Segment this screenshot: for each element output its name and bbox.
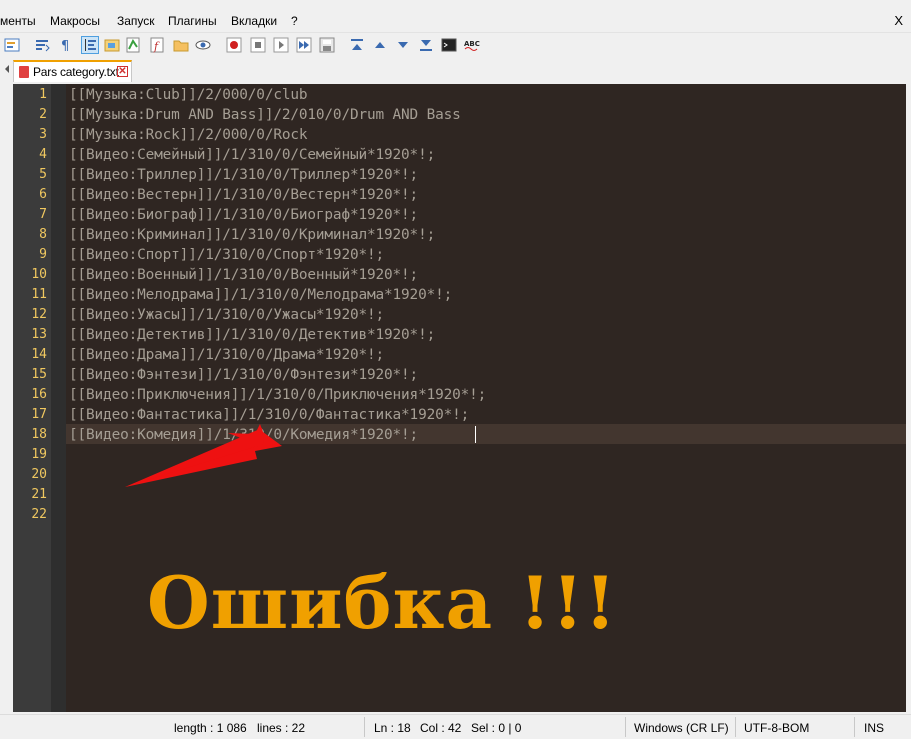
record-macro-icon[interactable] bbox=[226, 37, 242, 53]
menu-macros[interactable]: Макросы bbox=[50, 14, 100, 28]
status-divider bbox=[854, 717, 855, 737]
status-length: length : 1 086 bbox=[174, 721, 247, 735]
save-macro-icon[interactable] bbox=[319, 37, 335, 53]
function-list-icon[interactable]: f bbox=[149, 37, 165, 53]
status-lines: lines : 22 bbox=[257, 721, 306, 735]
line-number: 16 bbox=[31, 387, 47, 402]
svg-text:¶: ¶ bbox=[61, 39, 69, 53]
status-ln: Ln : 18 bbox=[374, 721, 411, 735]
code-line[interactable]: [[Видео:Ужасы]]/1/310/0/Ужасы*1920*!; bbox=[69, 305, 384, 325]
folder-workspace-icon[interactable] bbox=[173, 37, 189, 53]
line-number: 5 bbox=[39, 167, 47, 182]
tab-pars-category[interactable]: Pars category.txt ✕ bbox=[13, 60, 132, 82]
console-icon[interactable] bbox=[441, 37, 457, 53]
status-bar: length : 1 086 lines : 22 Ln : 18 Col : … bbox=[0, 714, 911, 739]
code-line[interactable]: [[Видео:Военный]]/1/310/0/Военный*1920*!… bbox=[69, 265, 418, 285]
code-line[interactable]: [[Видео:Семейный]]/1/310/0/Семейный*1920… bbox=[69, 145, 435, 165]
menu-bar: менты Макросы Запуск Плагины Вкладки ? X bbox=[0, 10, 911, 32]
line-number: 9 bbox=[39, 247, 47, 262]
line-number: 21 bbox=[31, 487, 47, 502]
pilcrow-icon[interactable]: ¶ bbox=[58, 37, 74, 54]
code-line[interactable]: [[Музыка:Rock]]/2/000/0/Rock bbox=[69, 125, 308, 145]
status-divider bbox=[364, 717, 365, 737]
status-eol[interactable]: Windows (CR LF) bbox=[634, 721, 729, 735]
editor-right-edge bbox=[906, 84, 911, 712]
code-line[interactable]: [[Видео:Триллер]]/1/310/0/Триллер*1920*!… bbox=[69, 165, 418, 185]
line-number: 1 bbox=[39, 87, 47, 102]
expand-icon[interactable] bbox=[418, 37, 434, 53]
text-cursor bbox=[475, 426, 476, 443]
code-line[interactable]: [[Видео:Комедия]]/1/310/0/Комедия*1920*!… bbox=[69, 425, 418, 445]
svg-text:ABC: ABC bbox=[464, 40, 480, 48]
status-mode[interactable]: INS bbox=[864, 721, 884, 735]
move-down-icon[interactable] bbox=[395, 37, 411, 53]
line-number: 19 bbox=[31, 447, 47, 462]
collapse-icon[interactable] bbox=[349, 37, 365, 53]
status-divider bbox=[735, 717, 736, 737]
tab-scroll-left-icon[interactable] bbox=[3, 64, 11, 74]
line-number: 10 bbox=[31, 267, 47, 282]
line-number: 8 bbox=[39, 227, 47, 242]
line-number: 2 bbox=[39, 107, 47, 122]
line-number: 12 bbox=[31, 307, 47, 322]
line-number: 14 bbox=[31, 347, 47, 362]
line-number: 6 bbox=[39, 187, 47, 202]
code-line[interactable]: [[Видео:Криминал]]/1/310/0/Криминал*1920… bbox=[69, 225, 435, 245]
code-line[interactable]: [[Видео:Приключения]]/1/310/0/Приключени… bbox=[69, 385, 486, 405]
folder-view-icon[interactable] bbox=[104, 37, 120, 53]
code-line[interactable]: [[Видео:Спорт]]/1/310/0/Спорт*1920*!; bbox=[69, 245, 384, 265]
code-line[interactable]: [[Видео:Фантастика]]/1/310/0/Фантастика*… bbox=[69, 405, 469, 425]
line-number: 3 bbox=[39, 127, 47, 142]
code-line[interactable]: [[Видео:Драма]]/1/310/0/Драма*1920*!; bbox=[69, 345, 384, 365]
code-line[interactable]: [[Видео:Детектив]]/1/310/0/Детектив*1920… bbox=[69, 325, 435, 345]
code-line[interactable]: [[Музыка:Club]]/2/000/0/club bbox=[69, 85, 308, 105]
wrap-icon[interactable] bbox=[34, 37, 50, 53]
tab-label: Pars category.txt bbox=[33, 65, 119, 79]
move-up-icon[interactable] bbox=[372, 37, 388, 53]
line-number: 18 bbox=[31, 427, 47, 442]
menu-run[interactable]: Запуск bbox=[117, 14, 155, 28]
line-number: 22 bbox=[31, 507, 47, 522]
indent-guide-icon[interactable] bbox=[81, 36, 99, 54]
tab-bar bbox=[0, 56, 911, 82]
fold-margin[interactable] bbox=[51, 84, 66, 712]
code-line[interactable]: [[Видео:Биограф]]/1/310/0/Биограф*1920*!… bbox=[69, 205, 418, 225]
status-encoding[interactable]: UTF-8-BOM bbox=[744, 721, 809, 735]
line-number: 4 bbox=[39, 147, 47, 162]
file-saved-icon bbox=[19, 66, 29, 78]
error-annotation-text: Ошибка !!! bbox=[147, 560, 618, 645]
play-macro-icon[interactable] bbox=[273, 37, 289, 53]
menu-plugins[interactable]: Плагины bbox=[168, 14, 217, 28]
status-col: Col : 42 bbox=[420, 721, 462, 735]
code-line[interactable]: [[Видео:Вестерн]]/1/310/0/Вестерн*1920*!… bbox=[69, 185, 418, 205]
close-button[interactable]: X bbox=[894, 13, 903, 28]
run-multiple-icon[interactable] bbox=[296, 37, 312, 53]
stop-record-icon[interactable] bbox=[250, 37, 266, 53]
menu-tools[interactable]: менты bbox=[0, 14, 36, 28]
line-number: 7 bbox=[39, 207, 47, 222]
code-line[interactable]: [[Видео:Фэнтези]]/1/310/0/Фэнтези*1920*!… bbox=[69, 365, 418, 385]
replace-icon[interactable] bbox=[4, 37, 20, 53]
monitor-eye-icon[interactable] bbox=[195, 37, 211, 53]
status-sel: Sel : 0 | 0 bbox=[471, 721, 522, 735]
doc-map-icon[interactable] bbox=[125, 37, 141, 53]
code-line[interactable]: [[Музыка:Drum AND Bass]]/2/010/0/Drum AN… bbox=[69, 105, 461, 125]
toolbar: ¶ f ABC bbox=[0, 32, 911, 57]
tab-close-icon[interactable]: ✕ bbox=[117, 66, 128, 77]
editor-frame bbox=[0, 84, 13, 714]
menu-tabs[interactable]: Вкладки bbox=[231, 14, 277, 28]
menu-help[interactable]: ? bbox=[291, 14, 298, 28]
spellcheck-icon[interactable]: ABC bbox=[464, 37, 480, 53]
line-number: 13 bbox=[31, 327, 47, 342]
line-number: 17 bbox=[31, 407, 47, 422]
line-number: 15 bbox=[31, 367, 47, 382]
line-number: 11 bbox=[31, 287, 47, 302]
status-divider bbox=[625, 717, 626, 737]
line-number: 20 bbox=[31, 467, 47, 482]
code-line[interactable]: [[Видео:Мелодрама]]/1/310/0/Мелодрама*19… bbox=[69, 285, 452, 305]
